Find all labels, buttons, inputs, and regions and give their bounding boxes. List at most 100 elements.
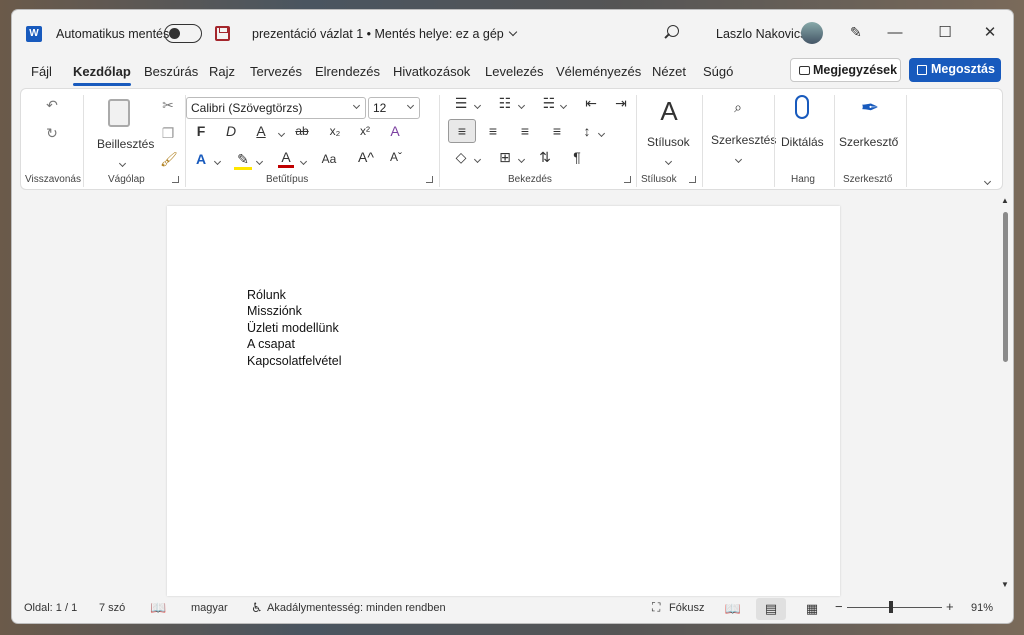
paste-label[interactable]: Beillesztés: [97, 137, 154, 151]
cut-icon[interactable]: ✂: [160, 97, 176, 113]
change-case-button[interactable]: Aa: [316, 151, 342, 167]
chevron-down-icon[interactable]: [596, 123, 606, 139]
search-icon[interactable]: ⌕: [729, 99, 747, 115]
show-formatting-icon[interactable]: ¶: [568, 149, 586, 165]
document-title[interactable]: prezentáció vázlat 1 • Mentés helye: ez …: [252, 27, 517, 41]
text-effects-icon[interactable]: A: [192, 151, 210, 167]
microphone-icon[interactable]: [795, 95, 809, 119]
tab-layout[interactable]: Elrendezés: [315, 64, 380, 79]
clipboard-launcher-icon[interactable]: [172, 176, 179, 183]
numbering-icon[interactable]: ☷: [496, 95, 514, 111]
page-count[interactable]: Oldal: 1 / 1: [24, 602, 77, 614]
avatar[interactable]: [801, 22, 823, 44]
bold-button[interactable]: F: [194, 123, 208, 139]
chevron-down-icon[interactable]: [516, 95, 526, 111]
multilevel-list-icon[interactable]: ☵: [540, 95, 558, 111]
save-icon[interactable]: [215, 26, 230, 41]
align-right-icon[interactable]: ≡: [516, 123, 534, 139]
underline-button[interactable]: A: [254, 123, 268, 139]
font-color-icon[interactable]: A: [278, 149, 294, 168]
chevron-down-icon[interactable]: [276, 123, 286, 139]
accessibility-status[interactable]: Akadálymentesség: minden rendben: [267, 602, 446, 614]
document-line[interactable]: Rólunk: [247, 288, 286, 302]
subscript-button[interactable]: x₂: [326, 123, 344, 139]
chevron-down-icon[interactable]: [254, 151, 264, 167]
chevron-down-icon[interactable]: [298, 151, 308, 167]
bullets-icon[interactable]: ☰: [452, 95, 470, 111]
chevron-down-icon[interactable]: [516, 149, 526, 165]
grow-font-button[interactable]: A^: [356, 149, 376, 165]
format-painter-icon[interactable]: 🖌: [160, 151, 178, 167]
tab-view[interactable]: Nézet: [652, 64, 686, 79]
borders-icon[interactable]: ⊞: [496, 149, 514, 165]
zoom-level[interactable]: 91%: [971, 602, 993, 614]
zoom-out-button[interactable]: −: [835, 599, 843, 614]
vertical-scrollbar[interactable]: ▲ ▼: [1001, 197, 1009, 589]
focus-button[interactable]: Fókusz: [669, 602, 704, 614]
designer-pen-icon[interactable]: ✎: [850, 25, 864, 39]
undo-icon[interactable]: ↶: [43, 97, 61, 113]
tab-insert[interactable]: Beszúrás: [144, 64, 198, 79]
language[interactable]: magyar: [191, 602, 228, 614]
styles-icon[interactable]: A: [655, 97, 683, 125]
document-line[interactable]: A csapat: [247, 337, 295, 351]
minimize-button[interactable]: —: [883, 21, 907, 45]
web-layout-icon[interactable]: ▦: [797, 598, 827, 620]
strikethrough-button[interactable]: ab: [292, 123, 312, 139]
tab-design[interactable]: Tervezés: [250, 64, 302, 79]
paragraph-launcher-icon[interactable]: [624, 176, 631, 183]
dictate-label[interactable]: Diktálás: [781, 135, 824, 149]
close-button[interactable]: ✕: [978, 21, 1002, 45]
tab-help[interactable]: Súgó: [703, 64, 733, 79]
comments-button[interactable]: Megjegyzések: [790, 58, 901, 82]
tab-review[interactable]: Véleményezés: [556, 64, 641, 79]
tab-references[interactable]: Hivatkozások: [393, 64, 470, 79]
justify-icon[interactable]: ≡: [548, 123, 566, 139]
zoom-slider-thumb[interactable]: [889, 601, 893, 613]
clear-formatting-icon[interactable]: A: [386, 123, 404, 139]
styles-launcher-icon[interactable]: [689, 176, 696, 183]
document-line[interactable]: Kapcsolatfelvétel: [247, 354, 342, 368]
zoom-slider[interactable]: [847, 607, 942, 608]
highlight-icon[interactable]: ✎: [234, 151, 252, 170]
user-name[interactable]: Laszlo Nakovics: [716, 27, 806, 41]
ribbon-collapse-chevron-icon[interactable]: [981, 171, 993, 187]
share-button[interactable]: Megosztás: [909, 58, 1001, 82]
chevron-down-icon[interactable]: [212, 151, 222, 167]
chevron-down-icon[interactable]: [472, 149, 482, 165]
decrease-indent-icon[interactable]: ⇤: [582, 95, 600, 111]
font-name-select[interactable]: Calibri (Szövegtörzs): [186, 97, 366, 119]
font-launcher-icon[interactable]: [426, 176, 433, 183]
styles-label[interactable]: Stílusok: [647, 135, 690, 149]
increase-indent-icon[interactable]: ⇥: [612, 95, 630, 111]
shrink-font-button[interactable]: Aˇ: [386, 149, 406, 165]
italic-button[interactable]: D: [224, 123, 238, 139]
editor-label[interactable]: Szerkesztő: [839, 135, 898, 149]
scroll-down-icon[interactable]: ▼: [1001, 581, 1009, 589]
tab-draw[interactable]: Rajz: [209, 64, 235, 79]
paste-icon[interactable]: [108, 99, 130, 127]
shading-icon[interactable]: ◇: [452, 149, 470, 165]
chevron-down-icon[interactable]: [558, 95, 568, 111]
align-left-button[interactable]: ≡: [448, 119, 476, 143]
chevron-down-icon[interactable]: [663, 151, 673, 167]
font-size-select[interactable]: 12: [368, 97, 420, 119]
read-mode-icon[interactable]: 📖: [718, 598, 748, 620]
chevron-down-icon[interactable]: [116, 155, 128, 171]
print-layout-icon[interactable]: ▤: [756, 598, 786, 620]
word-count[interactable]: 7 szó: [99, 602, 125, 614]
copy-icon[interactable]: ❐: [160, 125, 176, 141]
scroll-up-icon[interactable]: ▲: [1001, 197, 1009, 205]
align-center-icon[interactable]: ≡: [484, 123, 502, 139]
redo-icon[interactable]: ↻: [43, 125, 61, 141]
maximize-button[interactable]: ☐: [933, 21, 957, 45]
scrollbar-thumb[interactable]: [1003, 212, 1008, 362]
autosave-toggle[interactable]: [164, 24, 202, 43]
document-line[interactable]: Missziónk: [247, 304, 302, 318]
chevron-down-icon[interactable]: [472, 95, 482, 111]
proofing-icon[interactable]: 📖: [150, 600, 166, 616]
tab-mailings[interactable]: Levelezés: [485, 64, 544, 79]
zoom-in-button[interactable]: +: [946, 599, 954, 614]
chevron-down-icon[interactable]: [733, 149, 743, 165]
search-icon[interactable]: [667, 25, 679, 37]
